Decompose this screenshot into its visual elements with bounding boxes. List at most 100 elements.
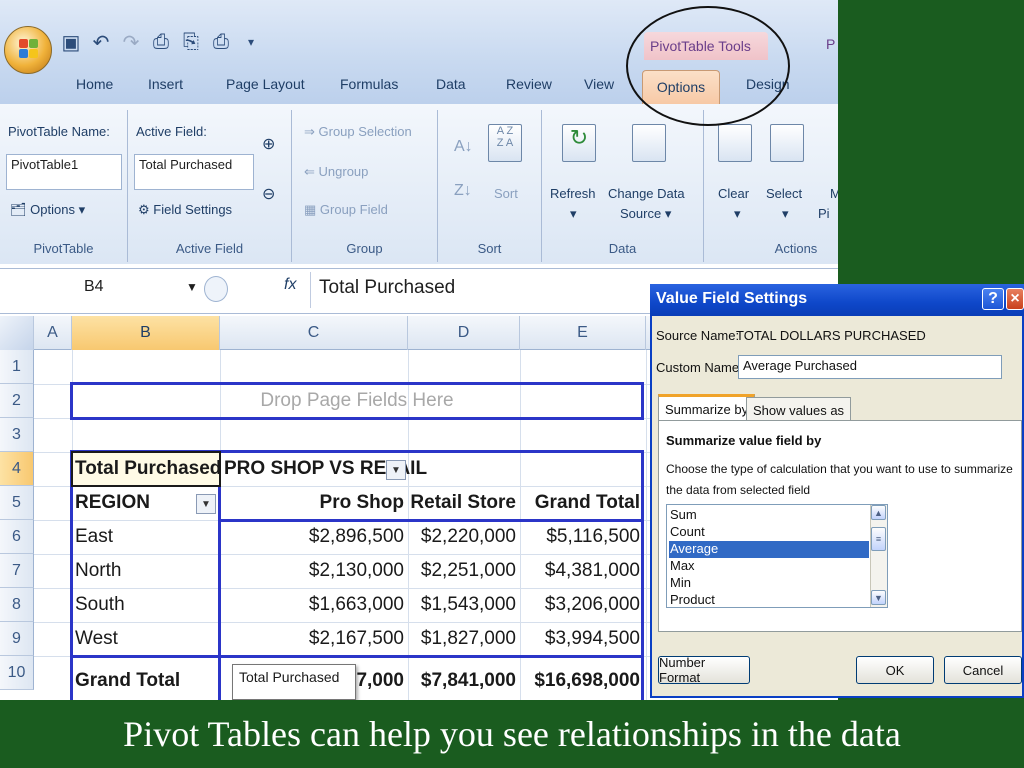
refresh-icon[interactable]: ↻ [562,124,596,162]
undo-icon[interactable]: ↶ [90,31,112,54]
customize-toolbar-icon[interactable]: ▾ [240,31,262,53]
column-header-a[interactable]: A [34,316,72,350]
print-icon[interactable]: ⎙ [150,31,172,53]
clear-button-label[interactable]: Clear [718,186,749,201]
options-icon: 🗂 [10,202,27,217]
number-format-button[interactable]: Number Format [658,655,750,685]
cancel-button[interactable]: Cancel [944,656,1022,684]
row-header-6[interactable]: 6 [0,520,34,554]
tab-review[interactable]: Review [506,76,552,92]
select-dropdown-icon[interactable]: ▾ [782,206,789,222]
column-header-c[interactable]: C [220,316,408,350]
office-button[interactable] [4,26,52,74]
refresh-dropdown-icon[interactable]: ▾ [570,206,577,222]
tab-data[interactable]: Data [436,76,466,92]
select-button-label[interactable]: Select [766,186,802,201]
ok-button[interactable]: OK [856,656,934,684]
change-data-source-icon[interactable] [632,124,666,162]
close-icon[interactable]: × [1006,288,1024,310]
tab-page-layout[interactable]: Page Layout [226,76,305,92]
scroll-thumb[interactable]: ≡ [871,527,886,551]
row-header-7[interactable]: 7 [0,554,34,588]
list-item[interactable]: Sum [669,507,869,524]
source-name-value: TOTAL DOLLARS PURCHASED [736,328,926,343]
list-item[interactable]: Product [669,592,869,609]
list-item[interactable]: Count [669,524,869,541]
tab-home[interactable]: Home [76,76,113,92]
sort-dialog-icon[interactable]: A ZZ A [488,124,522,162]
refresh-button-label[interactable]: Refresh [550,186,596,201]
row-field-dropdown-icon[interactable]: ▼ [196,494,216,514]
row-header-5[interactable]: 5 [0,486,34,520]
section-title: Summarize value field by [666,433,822,448]
row-header-10[interactable]: 10 [0,656,34,690]
cell-pro-shop: $2,896,500 [308,526,404,547]
expand-field-icon[interactable]: ⊕ [262,134,275,154]
list-item[interactable]: Min [669,575,869,592]
row-label: North [75,560,122,581]
pivottable-name-input[interactable]: PivotTable1 [6,154,122,190]
description-line-1: Choose the type of calculation that you … [666,462,1013,476]
clear-icon[interactable] [718,124,752,162]
row-field-label[interactable]: REGION [75,486,150,520]
scroll-down-icon[interactable]: ▼ [871,590,886,605]
fx-icon[interactable]: fx [284,276,296,294]
cell-retail-store: $1,543,000 [420,594,516,615]
change-data-source-label-1[interactable]: Change Data [608,186,685,201]
cell-grand-total: $3,994,500 [544,628,640,649]
cell-pro-shop: $2,167,500 [308,628,404,649]
print-preview-icon[interactable]: ⎘ [180,31,202,53]
change-data-source-label-2[interactable]: Source ▾ [620,206,671,222]
tab-show-values-as[interactable]: Show values as [746,397,852,421]
tab-view[interactable]: View [584,76,614,92]
cell-retail-store: $2,220,000 [420,526,516,547]
name-box-dropdown-icon[interactable]: ▼ [186,280,198,294]
sort-descending-icon[interactable]: Z↓ [454,182,472,200]
row-header-3[interactable]: 3 [0,418,34,452]
column-header-d[interactable]: D [408,316,520,350]
scroll-up-icon[interactable]: ▲ [871,505,886,520]
help-icon[interactable]: ? [982,288,1004,310]
custom-name-input[interactable]: Average Purchased [738,355,1002,379]
tab-insert[interactable]: Insert [148,76,183,92]
summarize-listbox[interactable]: Sum Count Average Max Min Product [666,504,888,608]
tab-summarize-by[interactable]: Summarize by [658,394,756,422]
active-field-input[interactable]: Total Purchased [134,154,254,190]
ungroup-button[interactable]: ⇐ Ungroup [304,164,368,180]
redo-icon[interactable]: ↷ [120,31,142,54]
row-header-2[interactable]: 2 [0,384,34,418]
row-header-4[interactable]: 4 [0,452,34,486]
list-item-selected[interactable]: Average [669,541,869,558]
select-all-corner[interactable] [0,316,34,350]
active-field-label: Active Field: [136,124,207,139]
group-selection-button[interactable]: ⇒ Group Selection [304,124,412,140]
column-header-b[interactable]: B [72,316,220,350]
quick-print-icon[interactable]: ⎙ [210,31,232,53]
list-item[interactable]: Max [669,558,869,575]
clear-dropdown-icon[interactable]: ▾ [734,206,741,222]
save-icon[interactable]: ▣ [60,31,82,54]
options-button[interactable]: 🗂 Options ▾ [10,202,85,218]
column-header-e[interactable]: E [520,316,646,350]
data-field-label[interactable]: Total Purchased [75,452,221,486]
field-settings-button[interactable]: ⚙ Field Settings [138,202,232,218]
cell-retail-store-total: $7,841,000 [420,670,516,691]
sort-button-label[interactable]: Sort [494,186,518,201]
collapse-field-icon[interactable]: ⊖ [262,184,275,204]
row-header-1[interactable]: 1 [0,350,34,384]
group-field-button[interactable]: ▦ Group Field [304,202,388,218]
row-header-9[interactable]: 9 [0,622,34,656]
listbox-scrollbar[interactable]: ▲ ≡ ▼ [870,505,887,607]
column-field-dropdown-icon[interactable]: ▼ [386,460,406,480]
tab-formulas[interactable]: Formulas [340,76,398,92]
name-box[interactable]: B4 [0,272,210,308]
cell-pro-shop: $2,130,000 [308,560,404,581]
group-group-label: Group [346,241,383,256]
grand-total-label: Grand Total [75,670,181,691]
row-header-8[interactable]: 8 [0,588,34,622]
field-settings-icon: ⚙ [138,202,150,217]
sort-ascending-icon[interactable]: A↓ [454,138,473,156]
group-field-label: Group Field [319,202,388,217]
select-icon[interactable] [770,124,804,162]
formula-cancel-icon[interactable] [204,276,228,302]
